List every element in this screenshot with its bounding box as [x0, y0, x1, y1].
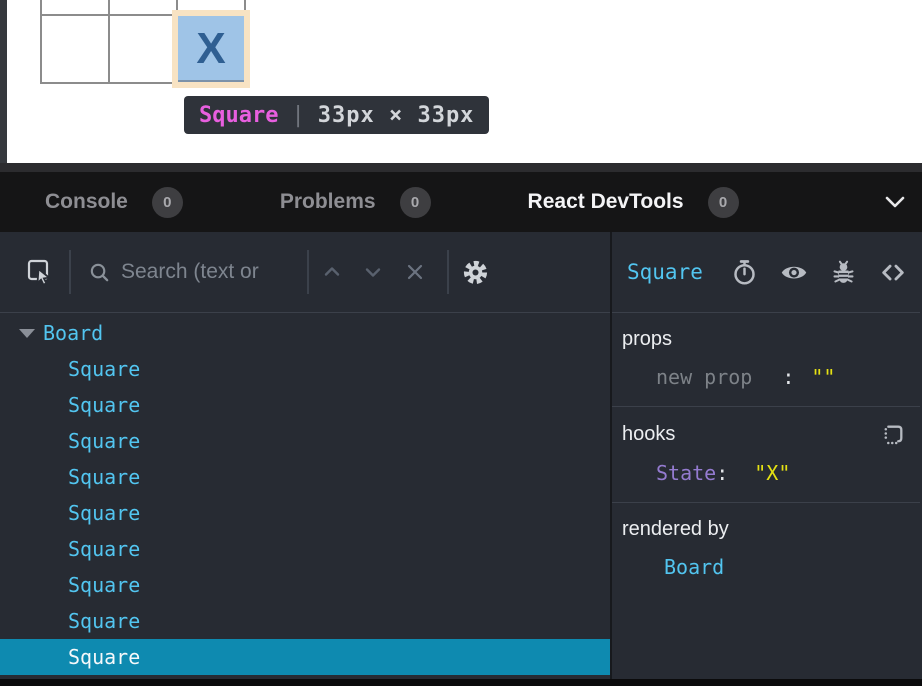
tab-console[interactable]: Console 0: [45, 187, 183, 218]
devtools-tabbar: Console 0 Problems 0 React DevTools 0: [0, 172, 922, 232]
tab-problems-label: Problems: [280, 190, 376, 214]
new-prop-row: new prop : "": [622, 365, 906, 389]
hook-value-input[interactable]: "X": [754, 461, 790, 485]
new-prop-key-input[interactable]: new prop: [656, 365, 752, 389]
toolbar-divider: [307, 250, 309, 294]
tooltip-dimensions: 33px × 33px: [318, 103, 475, 128]
rendered-by-link[interactable]: Board: [664, 555, 724, 579]
hook-name: State: [656, 461, 716, 485]
tab-react-devtools-badge: 0: [708, 187, 739, 218]
tree-label: Square: [68, 429, 140, 453]
parse-hooks-icon[interactable]: [881, 422, 906, 447]
tree-label: Square: [68, 393, 140, 417]
props-section: props new prop : "": [612, 313, 920, 407]
rendered-by-title: rendered by: [622, 518, 729, 541]
tree-row-square[interactable]: Square: [0, 531, 610, 567]
board-square[interactable]: [42, 0, 108, 14]
selected-component-name: Square: [627, 260, 703, 284]
stopwatch-suspend-icon[interactable]: [731, 259, 758, 286]
expand-triangle-icon[interactable]: [19, 329, 35, 338]
tree-row-square[interactable]: Square: [0, 603, 610, 639]
tab-react-devtools[interactable]: React DevTools 0: [528, 187, 739, 218]
components-toolbar: [0, 232, 610, 313]
search-icon: [88, 261, 111, 284]
inspect-overlay-tooltip: Square | 33px × 33px: [184, 96, 489, 134]
eye-inspect-dom-icon[interactable]: [780, 258, 808, 286]
tree-row-square[interactable]: Square: [0, 567, 610, 603]
tree-row-square[interactable]: Square: [0, 459, 610, 495]
screen: X Square | 33px × 33px Console 0 Problem…: [0, 0, 922, 686]
tree-row-square[interactable]: Square: [0, 351, 610, 387]
tab-react-devtools-label: React DevTools: [528, 190, 684, 214]
view-source-code-icon[interactable]: [879, 258, 907, 286]
tree-row-board[interactable]: Board: [0, 315, 610, 351]
tree-label: Square: [68, 609, 140, 633]
window-bottom-edge: [0, 679, 922, 686]
toolbar-divider: [69, 250, 71, 294]
hook-colon: :: [716, 461, 728, 485]
tree-row-square[interactable]: Square: [0, 423, 610, 459]
inspector-actions: [731, 258, 907, 286]
hooks-section-title: hooks: [622, 423, 675, 446]
hook-state-row: State : "X": [622, 461, 906, 485]
component-inspector-pane: Square: [612, 232, 920, 679]
devtools-top-divider[interactable]: [0, 163, 922, 172]
react-devtools-panel: Board Square Square Square Square Square…: [0, 232, 922, 679]
chevron-up-icon[interactable]: [320, 260, 344, 284]
inspector-header: Square: [612, 232, 920, 313]
tree-label: Square: [68, 357, 140, 381]
tab-problems-badge: 0: [400, 187, 431, 218]
new-prop-value-input[interactable]: "": [811, 365, 835, 389]
tree-label: Square: [68, 645, 140, 669]
inspect-highlight-content[interactable]: X: [178, 16, 244, 82]
hooks-section: hooks State: [612, 407, 920, 503]
rendered-by-section: rendered by Board: [612, 503, 920, 679]
tree-label: Square: [68, 501, 140, 525]
board-square[interactable]: [42, 16, 108, 82]
chevron-down-icon[interactable]: [361, 260, 385, 284]
tab-console-label: Console: [45, 190, 128, 214]
prop-colon: :: [782, 365, 794, 389]
components-tree: Board Square Square Square Square Square…: [0, 313, 610, 679]
tab-console-badge: 0: [152, 187, 183, 218]
bug-debug-icon[interactable]: [830, 259, 857, 286]
tree-row-square-selected[interactable]: Square: [0, 639, 610, 675]
inspect-element-icon[interactable]: [26, 258, 54, 286]
tree-label: Square: [68, 573, 140, 597]
inspected-page: X Square | 33px × 33px: [0, 0, 922, 163]
tree-label: Square: [68, 465, 140, 489]
tab-problems[interactable]: Problems 0: [280, 187, 431, 218]
tree-label: Board: [43, 321, 103, 345]
board-square[interactable]: [110, 16, 176, 82]
tree-label: Square: [68, 537, 140, 561]
window-edge: [0, 0, 7, 163]
settings-gear-icon[interactable]: [462, 259, 489, 286]
rendered-by-row: Board: [622, 555, 906, 579]
board-square-x-value: X: [196, 27, 225, 71]
tree-row-square[interactable]: Square: [0, 495, 610, 531]
tree-row-square[interactable]: Square: [0, 387, 610, 423]
panel-collapse-chevron-icon[interactable]: [880, 187, 910, 217]
clear-search-icon[interactable]: [403, 260, 427, 284]
board-square[interactable]: [110, 0, 176, 14]
components-tree-pane: Board Square Square Square Square Square…: [0, 232, 612, 679]
tooltip-component-name: Square: [199, 103, 278, 128]
tooltip-separator: |: [291, 103, 304, 128]
toolbar-divider: [447, 250, 449, 294]
props-section-title: props: [622, 328, 672, 351]
search-input[interactable]: [121, 260, 301, 284]
